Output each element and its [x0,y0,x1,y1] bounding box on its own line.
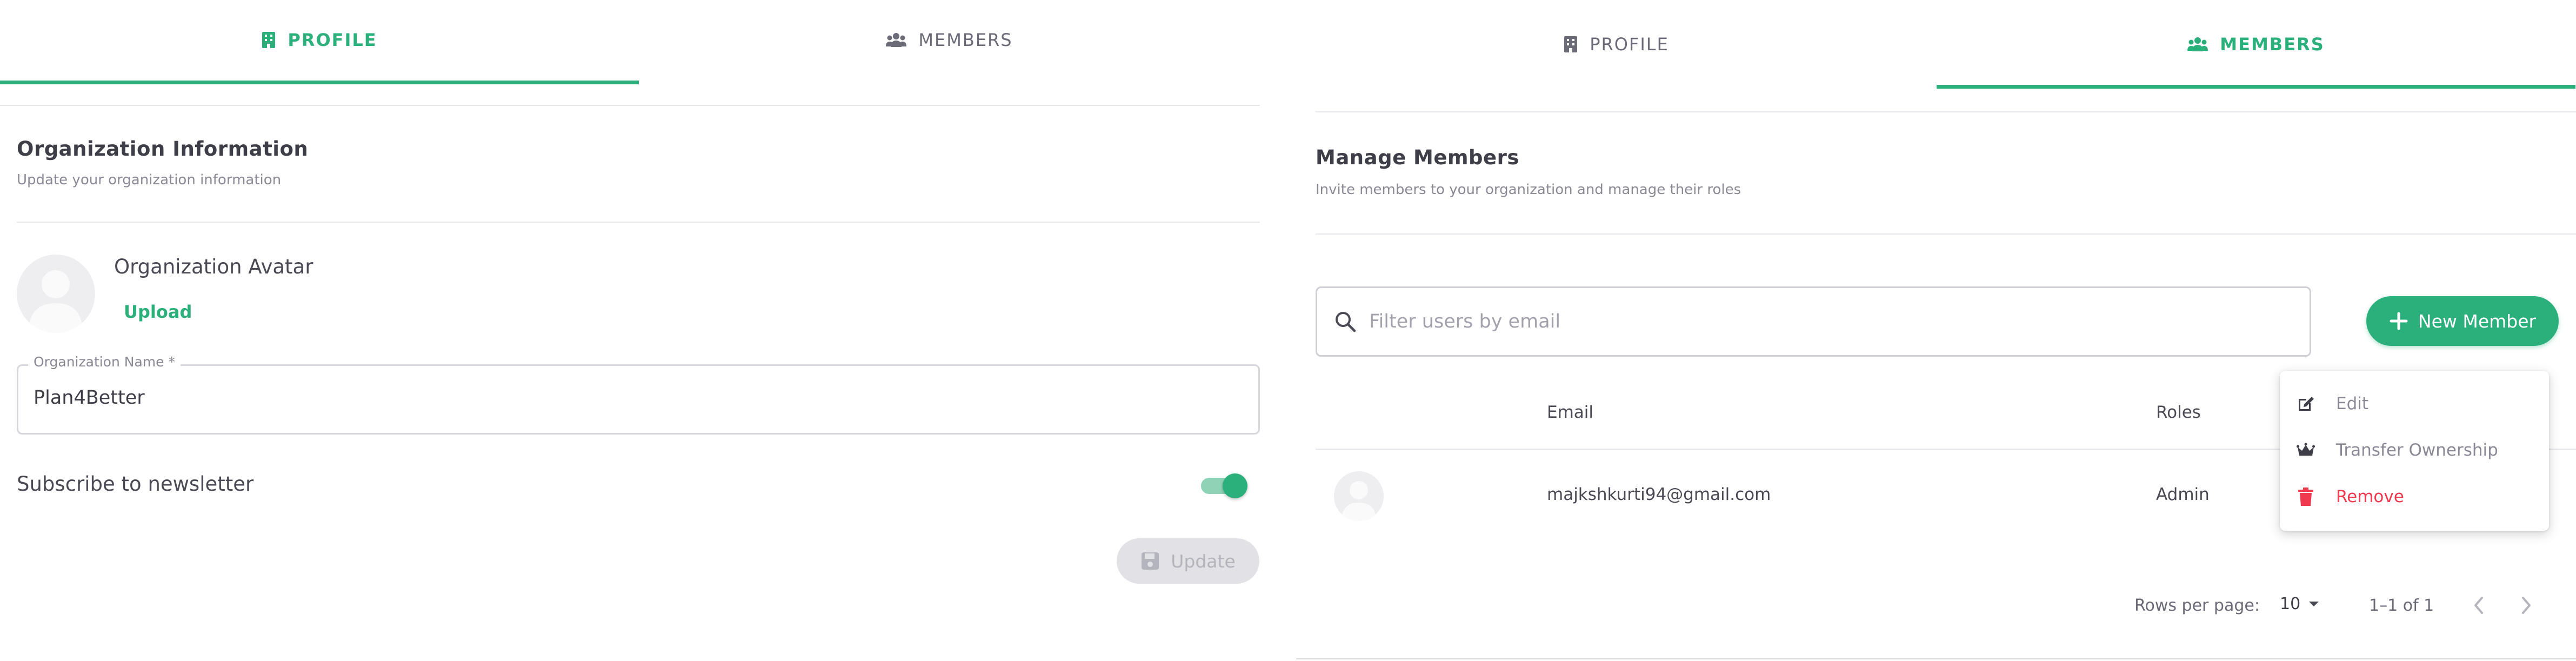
organization-profile-panel: PROFILE MEMBERS Organization Information… [0,0,1260,661]
update-button[interactable]: Update [1117,538,1259,584]
rows-per-page-select[interactable]: 10 [2280,595,2320,613]
avatar-placeholder-icon [1342,481,1376,521]
tab-bar: PROFILE MEMBERS [0,0,1260,84]
member-email: majkshkurti94@gmail.com [1547,485,1771,504]
tab-members[interactable]: MEMBERS [639,0,1260,80]
column-header-roles[interactable]: Roles [2156,403,2201,422]
divider [1316,233,2576,235]
organization-members-panel: PROFILE MEMBERS Manage Members Invite me… [1296,0,2576,661]
divider [17,222,1260,223]
section-subtitle: Update your organization information [17,172,282,188]
chevron-right-icon [2522,597,2531,614]
tab-members-label: MEMBERS [2220,34,2325,55]
section-title: Manage Members [1316,146,1519,169]
menu-item-remove[interactable]: Remove [2280,473,2549,520]
menu-item-transfer-ownership-label: Transfer Ownership [2336,440,2498,460]
menu-item-remove-label: Remove [2336,487,2404,506]
trash-icon [2296,488,2315,506]
column-header-email[interactable]: Email [1547,403,1593,422]
divider [0,105,1260,106]
search-input[interactable] [1368,310,2235,333]
menu-item-transfer-ownership[interactable]: Transfer Ownership [2280,427,2549,473]
tab-members-label: MEMBERS [918,30,1013,50]
tab-profile-label: PROFILE [288,30,377,50]
section-title: Organization Information [17,137,309,161]
users-icon [886,32,907,48]
toggle-thumb [1223,473,1247,498]
new-member-button-label: New Member [2418,310,2537,332]
building-icon [262,31,276,49]
organization-name-field[interactable] [17,364,1260,435]
member-avatar [1334,471,1384,521]
section-subtitle: Invite members to your organization and … [1316,182,1741,198]
member-role: Admin [2156,485,2210,504]
divider [1316,111,2576,112]
organization-name-label: Organization Name * [28,354,181,370]
tab-members[interactable]: MEMBERS [1937,4,2575,89]
rows-per-page-value: 10 [2280,595,2301,613]
plus-icon [2389,311,2408,331]
building-icon [1564,36,1578,53]
panel-bottom-border [1296,658,2576,659]
tab-profile-label: PROFILE [1590,34,1669,55]
upload-button[interactable]: Upload [124,302,192,322]
newsletter-label: Subscribe to newsletter [17,472,254,496]
menu-item-edit-label: Edit [2336,394,2369,413]
avatar-placeholder-icon [29,270,83,333]
rows-per-page-label: Rows per page: [2134,596,2260,615]
pagination-range: 1–1 of 1 [2369,596,2434,615]
search-field[interactable] [1316,286,2311,357]
save-icon [1140,551,1160,571]
next-page-button[interactable] [2519,595,2534,618]
search-icon [1334,311,1356,332]
tab-profile[interactable]: PROFILE [1296,4,1937,84]
crown-icon [2296,443,2315,458]
caret-down-icon [2308,600,2320,608]
tab-profile[interactable]: PROFILE [0,0,639,84]
chevron-left-icon [2474,597,2483,614]
organization-name-value[interactable]: Plan4Better [34,387,145,409]
previous-page-button[interactable] [2471,595,2486,618]
new-member-button[interactable]: New Member [2366,296,2559,346]
newsletter-toggle[interactable] [1201,472,1250,499]
organization-avatar [17,255,95,333]
tab-bar: PROFILE MEMBERS [1296,0,2576,89]
organization-avatar-label: Organization Avatar [114,255,313,278]
update-button-label: Update [1171,550,1236,572]
menu-item-edit[interactable]: Edit [2280,380,2549,427]
row-actions-menu: Edit Transfer Ownership Remove [2280,371,2549,531]
edit-icon [2296,395,2315,413]
users-icon [2187,37,2208,52]
